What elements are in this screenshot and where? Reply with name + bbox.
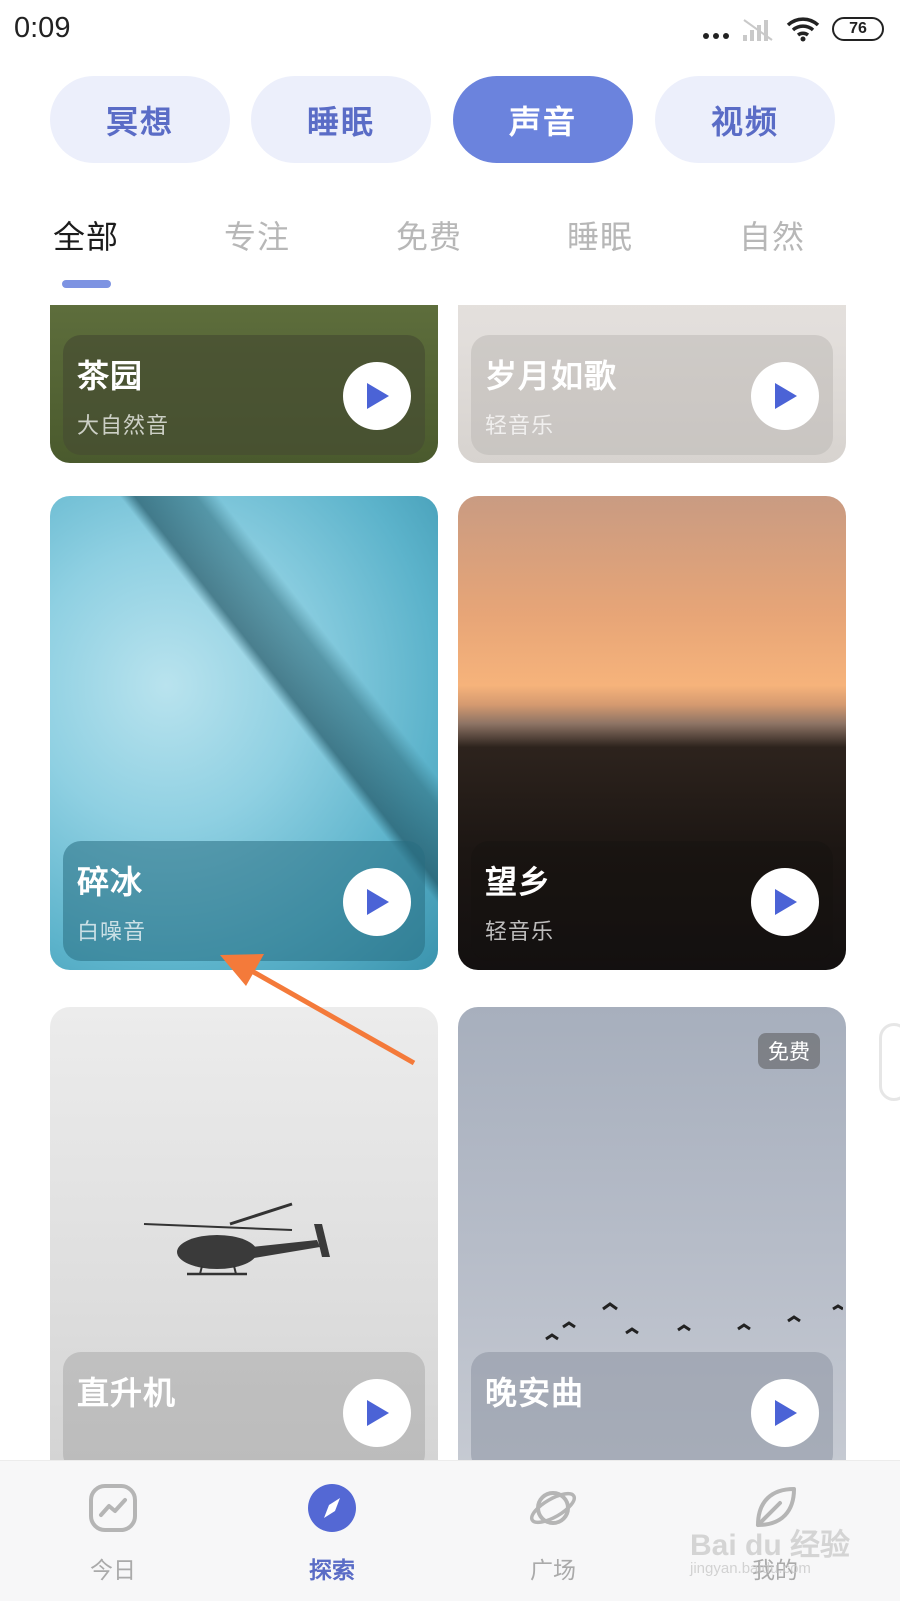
category-sleep[interactable]: 睡眠 [251,76,431,163]
card-info-panel: 晚安曲 [471,1352,833,1460]
planet-icon [529,1491,577,1525]
play-button[interactable] [343,362,411,430]
helicopter-illustration [143,1202,330,1276]
card-info-panel: 碎冰 白噪音 [63,841,425,961]
play-icon [367,889,389,915]
play-button[interactable] [751,1379,819,1447]
subtab-focus[interactable]: 专注 [224,212,290,258]
card-title: 茶园 [77,357,144,395]
card-info-panel: 茶园 大自然音 [63,335,425,455]
birds-illustration [545,1302,843,1341]
play-icon [775,889,797,915]
wifi-icon [786,17,820,42]
nav-label: 探索 [309,1558,355,1584]
category-label: 视频 [710,102,779,141]
category-meditation[interactable]: 冥想 [50,76,230,163]
card-title: 碎冰 [77,863,144,901]
card-info-panel: 岁月如歌 轻音乐 [471,335,833,455]
subtab-indicator [62,280,111,288]
card-subtitle: 轻音乐 [485,920,555,945]
play-button[interactable] [751,868,819,936]
more-dots-icon [703,33,729,39]
play-button[interactable] [751,362,819,430]
card-subtitle: 白噪音 [77,920,147,945]
category-label: 冥想 [105,102,174,141]
play-button[interactable] [343,868,411,936]
sound-card-years-song[interactable]: 岁月如歌 轻音乐 [458,305,846,463]
play-icon [367,383,389,409]
category-label: 睡眠 [306,102,375,141]
category-video[interactable]: 视频 [655,76,835,163]
nav-explore[interactable]: 探索 [262,1461,402,1601]
battery-level: 76 [849,20,867,37]
subtab-sleep[interactable]: 睡眠 [567,212,633,258]
nav-today[interactable]: 今日 [43,1461,183,1601]
sound-card-helicopter[interactable]: 直升机 [50,1007,438,1460]
card-title: 望乡 [485,863,552,901]
play-button[interactable] [343,1379,411,1447]
play-icon [775,1400,797,1426]
card-title: 晚安曲 [485,1374,585,1412]
sound-grid[interactable]: 茶园 大自然音 岁月如歌 轻音乐 碎冰 白噪音 望乡 轻音乐 直升机 免费 晚安… [0,305,900,1460]
signal-icon [743,19,773,41]
card-info-panel: 直升机 [63,1352,425,1460]
watermark-url: jingyan.baidu.com [690,1560,811,1577]
sound-card-hometown[interactable]: 望乡 轻音乐 [458,496,846,970]
compass-icon [308,1484,356,1532]
watermark: Bai du 经验 [690,1529,851,1562]
nav-square[interactable]: 广场 [483,1461,623,1601]
free-badge: 免费 [758,1033,820,1069]
sound-card-goodnight[interactable]: 免费 晚安曲 [458,1007,846,1460]
card-subtitle: 轻音乐 [485,414,555,439]
category-sound[interactable]: 声音 [453,76,633,163]
play-icon [775,383,797,409]
sound-card-tea-garden[interactable]: 茶园 大自然音 [50,305,438,463]
category-label: 声音 [508,102,577,141]
play-icon [367,1400,389,1426]
nav-label: 广场 [530,1558,576,1584]
trend-icon [89,1484,137,1532]
card-title: 直升机 [77,1374,177,1412]
status-time: 0:09 [14,12,71,44]
card-info-panel: 望乡 轻音乐 [471,841,833,961]
subtab-nature[interactable]: 自然 [739,212,805,258]
subtab-free[interactable]: 免费 [396,212,462,258]
side-drawer-handle[interactable] [879,1023,900,1101]
subtab-all[interactable]: 全部 [53,212,119,258]
nav-label: 今日 [90,1558,136,1584]
battery-icon: 76 [832,17,884,41]
status-bar: 0:09 76 [0,0,900,62]
card-subtitle: 大自然音 [77,414,170,439]
card-title: 岁月如歌 [485,357,618,395]
sound-card-crushed-ice[interactable]: 碎冰 白噪音 [50,496,438,970]
